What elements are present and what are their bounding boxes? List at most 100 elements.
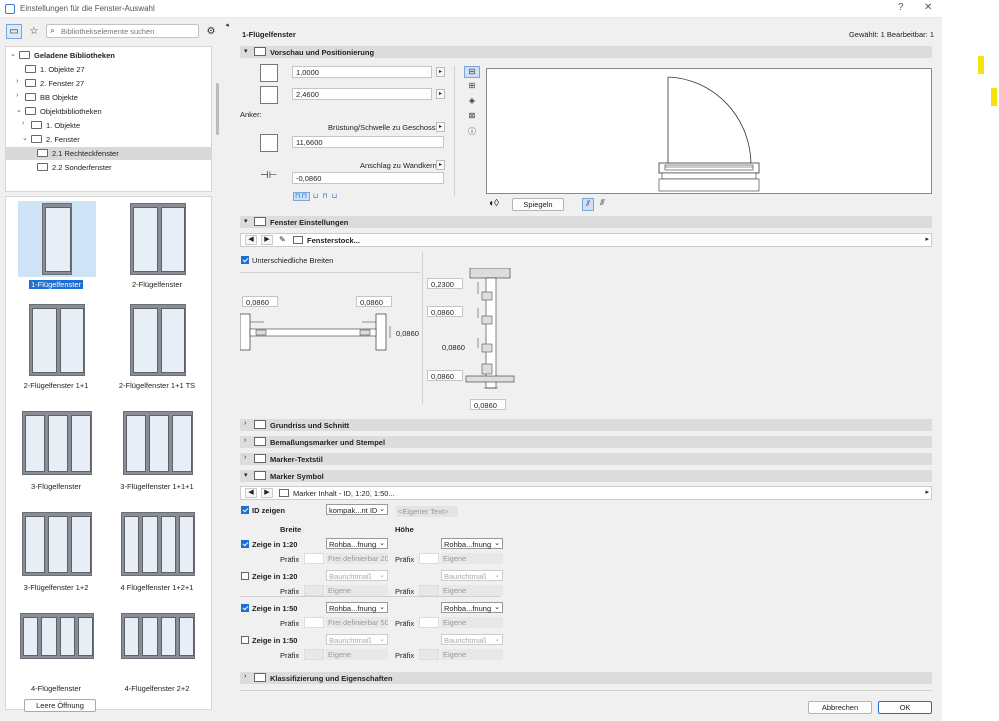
prefix-width-field[interactable] — [304, 553, 324, 564]
3d-view-icon[interactable]: ◈ — [464, 96, 480, 108]
tree-item[interactable]: › BB Objekte — [6, 91, 211, 104]
tree-scrollbar[interactable] — [216, 83, 219, 135]
height-text-field[interactable]: Eigene — [441, 553, 503, 564]
section-marker-text-style[interactable]: › Marker-Textstil — [240, 453, 932, 465]
favorites-star-icon[interactable]: ☆ — [26, 24, 42, 39]
width-source-select[interactable]: Rohba...fnung ⌄ — [326, 602, 388, 613]
tree-item[interactable]: ⌄ Objektbibliotheken — [6, 105, 211, 118]
library-item[interactable]: 2-Flügelfenster 1+1 TS — [107, 298, 207, 398]
opening-side-left-icon[interactable]: ⫽ — [582, 198, 594, 211]
library-item[interactable]: 3-Flügelfenster 1+1+1 — [107, 399, 207, 499]
width-arrow-button[interactable]: ▸ — [436, 67, 445, 77]
nav-arrow-icon[interactable]: ▸ — [925, 235, 929, 243]
show-scale-checkbox[interactable] — [241, 540, 249, 548]
height-source-select[interactable]: Baurichtmaß ⌄ — [441, 634, 503, 645]
prev-page-button[interactable]: ◀ — [245, 488, 257, 498]
library-item[interactable]: 3-Flügelfenster 1+2 — [6, 500, 106, 600]
tree-item[interactable]: ⌄ 2. Fenster — [6, 133, 211, 146]
marker-nav-label[interactable]: Marker Inhalt - ID, 1:20, 1:50... — [293, 489, 395, 498]
mullion-1-field[interactable]: 0,0860 — [427, 306, 463, 317]
tree-item[interactable]: 2.2 Sonderfenster — [6, 161, 211, 174]
width-text-field[interactable]: Eigene — [326, 585, 388, 596]
frame-nav-label[interactable]: Fensterstock... — [307, 236, 360, 245]
height-arrow-button[interactable]: ▸ — [436, 89, 445, 99]
reveal-field[interactable]: -0,0860 — [292, 172, 444, 184]
width-text-field[interactable]: Frei definierbar 20 — [326, 553, 388, 564]
next-page-button[interactable]: ▶ — [261, 235, 273, 245]
height-text-field[interactable]: Eigene — [441, 649, 503, 660]
library-item[interactable]: 1-Flügelfenster — [6, 197, 106, 297]
prefix-width-field[interactable] — [304, 585, 324, 596]
bottom-frame-field[interactable]: 0,0860 — [470, 399, 506, 410]
next-page-button[interactable]: ▶ — [261, 488, 273, 498]
close-button[interactable]: ✕ — [924, 2, 932, 13]
prev-page-button[interactable]: ◀ — [245, 235, 257, 245]
width-text-field[interactable]: Eigene — [326, 649, 388, 660]
section-marker-symbol[interactable]: ▾ Marker Symbol — [240, 470, 932, 482]
tree-item[interactable]: › 2. Fenster 27 — [6, 77, 211, 90]
show-scale-checkbox[interactable] — [241, 604, 249, 612]
elevation-view-icon[interactable]: ⊞ — [464, 81, 480, 93]
width-text-field[interactable]: Frei definierbar 50 — [326, 617, 388, 628]
reveal-mode-icons[interactable]: ⊓⊓ ⊔ ⊓ ⊔ — [293, 192, 349, 204]
library-item[interactable]: 2-Flügelfenster 1+1 — [6, 298, 106, 398]
tree-item-selected[interactable]: 2.1 Rechteckfenster — [6, 147, 211, 160]
section-window-settings[interactable]: ▾ Fenster Einstellungen — [240, 216, 932, 228]
width-field[interactable]: 1,0000 — [292, 66, 432, 78]
show-scale-checkbox[interactable] — [241, 636, 249, 644]
diff-widths-checkbox[interactable] — [241, 256, 249, 264]
id-type-select[interactable]: kompak...nt ID ⌄ — [326, 504, 388, 515]
info-icon[interactable]: ⓘ — [464, 126, 480, 138]
tree-item[interactable]: › 1. Objekte — [6, 119, 211, 132]
prefix-height-field[interactable] — [419, 585, 439, 596]
gear-icon[interactable]: ⚙ — [203, 24, 219, 39]
height-text-field[interactable]: Eigene — [441, 585, 503, 596]
width-source-select[interactable]: Rohba...fnung ⌄ — [326, 538, 388, 549]
show-scale-checkbox[interactable] — [241, 572, 249, 580]
cancel-button[interactable]: Abbrechen — [808, 701, 872, 714]
library-item[interactable]: 3-Flügelfenster — [6, 399, 106, 499]
section-plan-and-section[interactable]: › Grundriss und Schnitt — [240, 419, 932, 431]
library-item[interactable]: 2-Flügelfenster — [107, 197, 207, 297]
top-frame-field[interactable]: 0,2300 — [427, 278, 463, 289]
prefix-height-field[interactable] — [419, 553, 439, 564]
folder-view-icon[interactable]: ▭ — [6, 24, 22, 39]
prefix-width-field[interactable] — [304, 649, 324, 660]
width-source-select[interactable]: Baurichtmaß ⌄ — [326, 570, 388, 581]
width-source-select[interactable]: Baurichtmaß ⌄ — [326, 634, 388, 645]
reveal-icon: ⊣⊢ — [260, 170, 278, 181]
sill-field[interactable]: 11,6600 — [292, 136, 444, 148]
nav-arrow-icon[interactable]: ▸ — [925, 488, 929, 496]
empty-opening-button[interactable]: Leere Öffnung — [24, 699, 96, 712]
mirror-button[interactable]: Spiegeln — [512, 198, 564, 211]
help-button[interactable]: ? — [898, 2, 904, 13]
opening-side-right-icon[interactable]: ⫻ — [600, 198, 605, 208]
prefix-height-field[interactable] — [419, 649, 439, 660]
height-field[interactable]: 2,4600 — [292, 88, 432, 100]
mullion-3-field[interactable]: 0,0860 — [427, 370, 463, 381]
library-item[interactable]: 4-Flügelfenster — [6, 601, 106, 701]
height-text-field[interactable]: Eigene — [441, 617, 503, 628]
prefix-width-field[interactable] — [304, 617, 324, 628]
own-text-field[interactable]: <Eigener Text> — [396, 506, 458, 517]
tree-item-loaded-libraries[interactable]: ⌄ Geladene Bibliotheken — [6, 49, 211, 62]
library-search-input[interactable]: ⌕ Bibliothekselemente suchen — [46, 24, 199, 38]
sill-arrow-button[interactable]: ▸ — [436, 122, 445, 132]
height-source-select[interactable]: Rohba...fnung ⌄ — [441, 538, 503, 549]
id-show-checkbox[interactable] — [241, 506, 249, 514]
reveal-arrow-button[interactable]: ▸ — [436, 160, 445, 170]
section-dimension-markers[interactable]: › Bemaßungsmarker und Stempel — [240, 436, 932, 448]
library-item[interactable]: 4-Flügelfenster 2+2 — [107, 601, 207, 701]
prefix-height-field[interactable] — [419, 617, 439, 628]
height-source-select[interactable]: Baurichtmaß ⌄ — [441, 570, 503, 581]
library-item[interactable]: 4 Flügelfenster 1+2+1 — [107, 500, 207, 600]
ok-button[interactable]: OK — [878, 701, 932, 714]
frame-width-left-field[interactable]: 0,0860 — [242, 296, 278, 307]
section-view-icon[interactable]: ⊠ — [464, 111, 480, 123]
tree-item[interactable]: 1. Objekte 27 — [6, 63, 211, 76]
plan-view-icon[interactable]: ⊟ — [464, 66, 480, 78]
section-preview[interactable]: ▾ Vorschau und Positionierung — [240, 46, 932, 58]
frame-width-right-field[interactable]: 0,0860 — [356, 296, 392, 307]
section-classification[interactable]: › Klassifizierung und Eigenschaften — [240, 672, 932, 684]
height-source-select[interactable]: Rohba...fnung ⌄ — [441, 602, 503, 613]
